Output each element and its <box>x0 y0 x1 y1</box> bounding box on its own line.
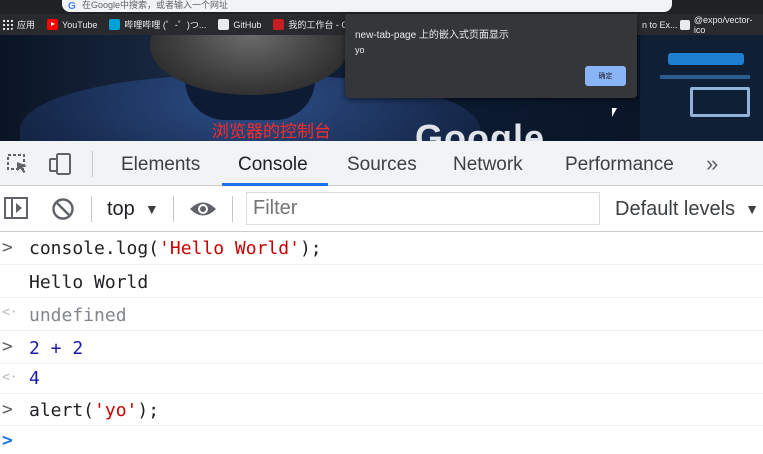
bookmark-youtube[interactable]: YouTube <box>47 19 97 30</box>
bookmark-label: 应用 <box>17 20 36 30</box>
bookmark-ex[interactable]: n to Ex... <box>642 14 678 35</box>
active-prompt-icon: > <box>2 430 13 451</box>
inspect-element-icon[interactable] <box>6 153 30 175</box>
background-decoration <box>668 53 744 65</box>
javascript-context-select[interactable]: top ▼ <box>107 195 159 223</box>
toolbar-divider <box>173 196 174 222</box>
dropdown-caret-icon: ▼ <box>745 201 759 217</box>
alert-title: new-tab-page 上的嵌入式页面显示 <box>355 30 509 41</box>
tab-elements[interactable]: Elements <box>121 141 200 186</box>
background-decoration <box>660 75 750 79</box>
apps-icon <box>2 19 13 30</box>
bookmark-label: n to Ex... <box>642 19 678 30</box>
toolbar-divider <box>92 151 93 177</box>
console-result-line: <· undefined <box>0 298 763 331</box>
github-icon <box>218 19 230 30</box>
bookmark-bilibili[interactable]: 哔哩哔哩 (゜-゜)つ... <box>109 18 206 31</box>
extension-icon <box>680 19 690 30</box>
input-prompt-icon: > <box>2 237 13 258</box>
tab-sources[interactable]: Sources <box>347 141 417 186</box>
google-logo: Google <box>415 117 545 141</box>
show-console-sidebar-icon[interactable] <box>4 197 28 219</box>
console-result-text: 4 <box>29 368 40 389</box>
toolbar-divider <box>91 196 92 222</box>
device-toolbar-icon[interactable] <box>48 153 72 175</box>
console-filter-input[interactable] <box>246 192 600 225</box>
live-expression-eye-icon[interactable] <box>189 198 217 220</box>
toolbar-divider <box>232 196 233 222</box>
devtools-tab-bar: Elements Console Sources Network Perform… <box>0 141 763 186</box>
console-input-line: > 2 + 2 <box>0 331 763 364</box>
console-result-text: undefined <box>29 305 127 326</box>
address-bar-placeholder: 在Google中搜索，或者输入一个网址 <box>82 0 229 10</box>
video-caption: 浏览器的控制台 <box>212 122 331 141</box>
background-decoration <box>690 87 750 117</box>
bookmark-label: @expo/vector-ico <box>693 14 753 35</box>
bookmark-github[interactable]: GitHub <box>218 19 261 30</box>
bookmark-label: 哔哩哔哩 (゜-゜)つ... <box>124 20 207 30</box>
log-levels-value: Default levels <box>615 197 736 220</box>
console-entry-text: console.log('Hello World'); <box>29 238 322 259</box>
bookmark-apps[interactable]: 应用 <box>2 18 35 31</box>
console-input-line: > alert('yo'); <box>0 394 763 426</box>
console-entry-text: 2 + 2 <box>29 338 84 359</box>
console-log-line: Hello World <box>0 265 763 298</box>
dropdown-caret-icon: ▼ <box>144 201 159 217</box>
bookmark-expo[interactable]: @expo/vector-ico <box>680 14 763 35</box>
tab-network[interactable]: Network <box>453 141 523 186</box>
alert-message: yo <box>355 45 365 55</box>
console-input-line: > console.log('Hello World'); <box>0 232 763 265</box>
result-arrow-icon: <· <box>2 305 18 320</box>
bookmark-label: GitHub <box>233 19 262 30</box>
address-bar[interactable]: G 在Google中搜索，或者输入一个网址 <box>62 0 672 12</box>
console-output: > console.log('Hello World'); Hello Worl… <box>0 232 763 454</box>
alert-dialog: new-tab-page 上的嵌入式页面显示 yo 确定 <box>345 14 637 98</box>
input-prompt-icon: > <box>2 399 13 420</box>
mouse-cursor-icon <box>612 108 617 117</box>
console-log-text: Hello World <box>29 272 149 293</box>
youtube-icon <box>47 19 59 30</box>
bilibili-icon <box>109 19 121 30</box>
gitee-icon <box>273 19 285 30</box>
context-value: top <box>107 197 135 220</box>
console-result-line: <· 4 <box>0 364 763 394</box>
console-entry-text: alert('yo'); <box>29 400 160 421</box>
tab-console[interactable]: Console <box>238 141 308 186</box>
input-prompt-icon: > <box>2 336 13 357</box>
log-levels-select[interactable]: Default levels ▼ <box>615 195 759 223</box>
google-g-icon: G <box>68 1 76 12</box>
clear-console-icon[interactable] <box>51 197 75 221</box>
bookmark-label: YouTube <box>62 19 98 30</box>
alert-ok-button[interactable]: 确定 <box>585 66 626 86</box>
result-arrow-icon: <· <box>2 370 18 385</box>
console-prompt-input[interactable]: > <box>0 426 763 454</box>
more-tabs-chevron-icon[interactable]: » <box>706 141 718 186</box>
tab-performance[interactable]: Performance <box>565 141 674 186</box>
console-toolbar: top ▼ Default levels ▼ <box>0 186 763 232</box>
